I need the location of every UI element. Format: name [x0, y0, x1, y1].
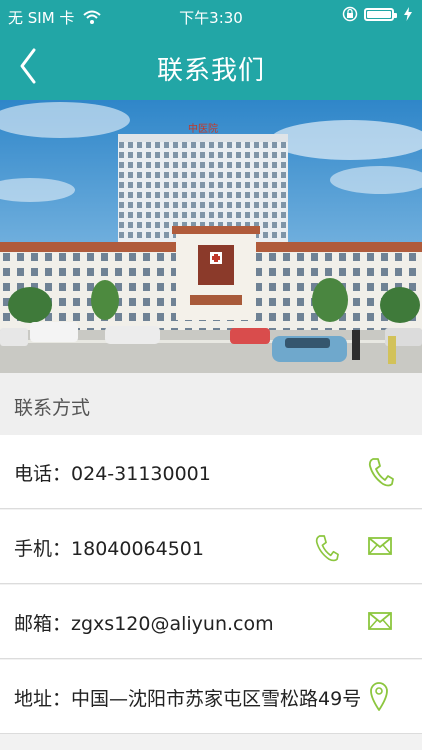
status-right — [342, 6, 412, 22]
mobile-row: 手机：18040064501 — [0, 510, 422, 584]
location-pin-icon[interactable] — [370, 682, 388, 712]
email-row: 邮箱：zgxs120@aliyun.com — [0, 585, 422, 659]
section-header: 联系方式 — [0, 373, 422, 435]
hospital-photo: 中医院 — [0, 100, 422, 373]
page-title: 联系我们 — [156, 56, 265, 86]
mail-icon[interactable] — [368, 537, 392, 555]
status-bar: 无 SIM 卡 下午3:30 — [0, 0, 422, 32]
lock-rotation-icon — [342, 6, 358, 22]
battery-icon — [364, 7, 397, 21]
mail-icon[interactable] — [368, 612, 392, 630]
phone-icon[interactable] — [368, 457, 394, 487]
address-label: 地址：中国—沈阳市苏家屯区雪松路49号 — [14, 688, 362, 710]
phone-label: 电话：024-31130001 — [14, 463, 211, 485]
phone-row: 电话：024-31130001 — [0, 435, 422, 509]
email-label: 邮箱：zgxs120@aliyun.com — [14, 613, 274, 635]
address-row: 地址：中国—沈阳市苏家屯区雪松路49号 — [0, 660, 422, 734]
section-title: 联系方式 — [14, 397, 91, 419]
nav-bar: 联系我们 — [0, 32, 422, 100]
call-icon[interactable] — [315, 534, 339, 562]
charging-icon — [404, 7, 412, 21]
building-sign: 中医院 — [188, 122, 218, 135]
mobile-label: 手机：18040064501 — [14, 538, 204, 560]
